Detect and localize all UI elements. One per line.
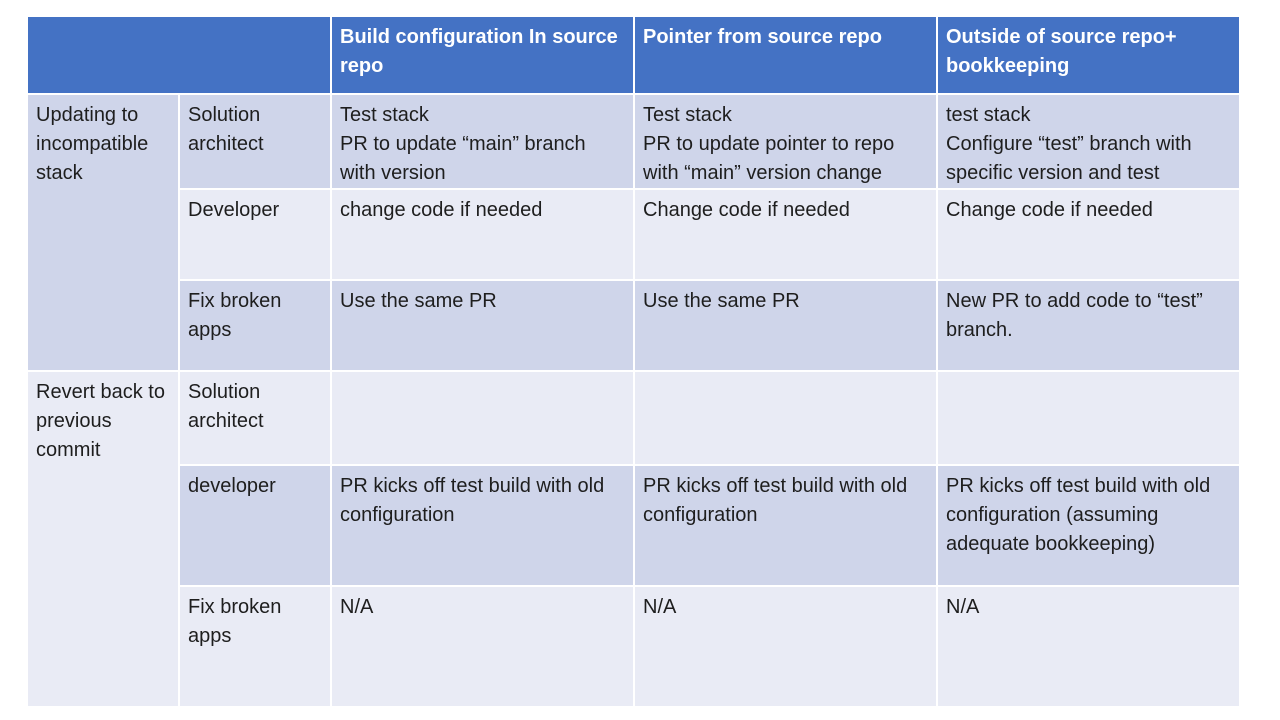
role-cell: Fix broken apps bbox=[178, 279, 332, 372]
table-cell: PR kicks off test build with old configu… bbox=[330, 464, 635, 587]
table-cell bbox=[330, 370, 635, 466]
header-corner bbox=[26, 15, 332, 95]
table-row: Fix broken apps Use the same PR Use the … bbox=[27, 279, 1241, 372]
table-cell: New PR to add code to “test” branch. bbox=[936, 279, 1241, 372]
table-cell: Test stack PR to update “main” branch wi… bbox=[330, 93, 635, 190]
table-cell bbox=[936, 370, 1241, 466]
table-cell: change code if needed bbox=[330, 188, 635, 281]
group-label-updating: Updating to incompatible stack bbox=[26, 93, 180, 372]
header-outside-source-repo-bookkeeping: Outside of source repo+ bookkeeping bbox=[936, 15, 1241, 95]
role-cell: developer bbox=[178, 464, 332, 587]
table-row: Developer change code if needed Change c… bbox=[27, 188, 1241, 281]
table-row: Fix broken apps N/A N/A N/A bbox=[27, 585, 1241, 708]
table-row: Updating to incompatible stack Solution … bbox=[26, 93, 1241, 372]
table-cell: Change code if needed bbox=[936, 188, 1241, 281]
role-cell: Developer bbox=[178, 188, 332, 281]
table-cell: Change code if needed bbox=[633, 188, 938, 281]
table-cell: Use the same PR bbox=[633, 279, 938, 372]
table-cell: PR kicks off test build with old configu… bbox=[936, 464, 1241, 587]
table-cell: N/A bbox=[330, 585, 635, 708]
table-cell: N/A bbox=[936, 585, 1241, 708]
role-cell: Solution architect bbox=[178, 370, 332, 466]
role-cell: Solution architect bbox=[178, 93, 332, 190]
table-cell: test stack Configure “test” branch with … bbox=[936, 93, 1241, 190]
table-row: Revert back to previous commit Solution … bbox=[26, 370, 1241, 708]
header-pointer-from-source-repo: Pointer from source repo bbox=[633, 15, 938, 95]
table-cell: PR kicks off test build with old configu… bbox=[633, 464, 938, 587]
table-row: developer PR kicks off test build with o… bbox=[27, 464, 1241, 587]
comparison-table: Build configuration In source repo Point… bbox=[26, 15, 1241, 708]
header-build-config-in-source-repo: Build configuration In source repo bbox=[330, 15, 635, 95]
table-cell: N/A bbox=[633, 585, 938, 708]
header-row: Build configuration In source repo Point… bbox=[26, 15, 1241, 95]
role-cell: Fix broken apps bbox=[178, 585, 332, 708]
table-cell bbox=[633, 370, 938, 466]
group-label-revert: Revert back to previous commit bbox=[26, 370, 180, 708]
table-cell: Use the same PR bbox=[330, 279, 635, 372]
table-cell: Test stack PR to update pointer to repo … bbox=[633, 93, 938, 190]
